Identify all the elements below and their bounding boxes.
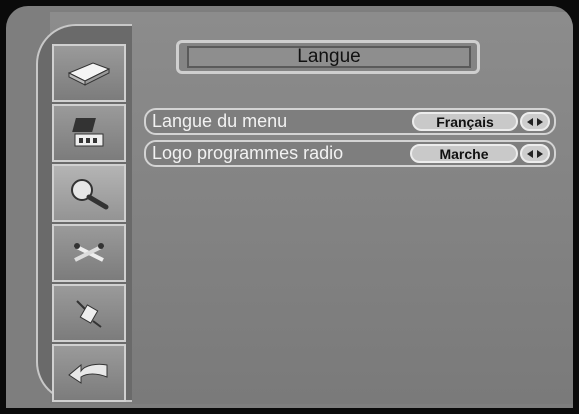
- setting-value[interactable]: Français: [412, 112, 518, 131]
- sidebar-item-installation[interactable]: [52, 44, 126, 102]
- left-right-arrows-icon[interactable]: [520, 144, 550, 163]
- magnifier-icon: [71, 179, 109, 210]
- tv-antenna-icon: [72, 118, 104, 147]
- setting-row-radio-logo[interactable]: Logo programmes radio Marche: [144, 140, 556, 167]
- sidebar: [36, 24, 132, 402]
- sidebar-item-system[interactable]: [52, 284, 126, 342]
- receiver-icon: [67, 62, 111, 86]
- left-right-arrows-icon[interactable]: [520, 112, 550, 131]
- sidebar-item-back[interactable]: [52, 344, 126, 402]
- satellite-icon: [76, 300, 102, 328]
- setting-value[interactable]: Marche: [410, 144, 518, 163]
- page-title: Langue: [187, 46, 471, 68]
- sidebar-item-search[interactable]: [52, 164, 126, 222]
- tools-icon: [74, 243, 104, 262]
- sidebar-item-channels[interactable]: [52, 104, 126, 162]
- page-title-box: Langue: [176, 40, 480, 74]
- setting-label: Langue du menu: [152, 111, 288, 131]
- setting-row-menu-language[interactable]: Langue du menu Français: [144, 108, 556, 135]
- sidebar-item-tools[interactable]: [52, 224, 126, 282]
- back-arrow-icon: [68, 363, 108, 384]
- setting-label: Logo programmes radio: [152, 143, 344, 163]
